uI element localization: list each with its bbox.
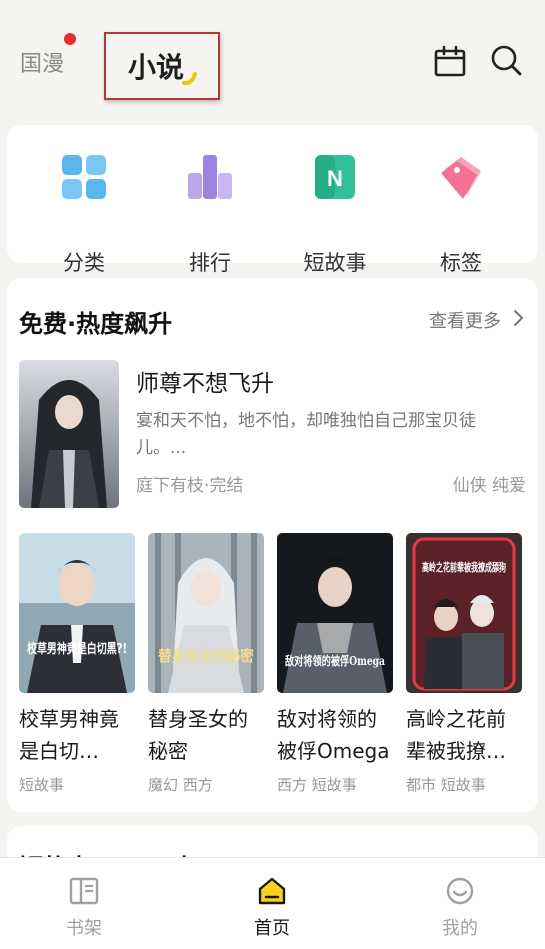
category-label: 标签 <box>440 251 482 275</box>
tab-novel[interactable]: 小说 <box>128 46 184 86</box>
featured-book-tags: 仙侠 纯爱 <box>452 476 526 496</box>
book-title[interactable]: 敌对将领的被俘Omega <box>277 703 395 767</box>
cover-title-text: 高岭之花前辈被我撩成舔狗 <box>422 560 506 574</box>
notification-dot <box>64 33 76 45</box>
featured-book-cover[interactable] <box>19 360 119 508</box>
tab-guoman[interactable]: 国漫 <box>20 46 64 78</box>
top-header: 国漫 小说 <box>0 0 545 120</box>
category-label: 分类 <box>63 251 105 275</box>
book-cover[interactable]: 高岭之花前辈被我撩成舔狗 <box>406 533 522 693</box>
book-tags: 短故事 <box>19 776 65 794</box>
book-cover-illustration-icon: 替身圣女的秘密 <box>148 533 264 693</box>
category-tags[interactable]: 标签 <box>411 153 511 275</box>
nav-home[interactable]: 首页 <box>232 876 312 940</box>
grid-icon <box>62 155 106 199</box>
nav-label: 书架 <box>66 918 102 939</box>
bottom-nav: 书架 首页 我的 <box>0 857 545 949</box>
featured-book-description: 宴和天不怕，地不怕，却唯独怕自己那宝贝徒儿。... <box>136 411 476 458</box>
category-classify[interactable]: 分类 <box>34 153 134 275</box>
nav-profile[interactable]: 我的 <box>420 876 500 940</box>
profile-icon <box>446 877 474 905</box>
category-short-story[interactable]: N 短故事 <box>285 153 385 275</box>
featured-book-author: 庭下有枝·完结 <box>136 476 244 496</box>
cover-title-text: 校草男神竟是白切黑?! <box>27 641 127 657</box>
svg-text:N: N <box>327 166 343 191</box>
book-cover[interactable]: 校草男神竟是白切黑?! <box>19 533 135 693</box>
search-icon[interactable] <box>490 44 524 78</box>
book-tags: 魔幻 西方 <box>148 776 213 794</box>
book-cover[interactable]: 替身圣女的秘密 <box>148 533 264 693</box>
category-ranking[interactable]: 排行 <box>160 153 260 275</box>
free-hot-section: 免费·热度飙升 查看更多 师尊不想飞升 宴和天不怕，地不怕，却唯独怕自己那宝贝徒… <box>7 278 538 812</box>
nav-bookshelf[interactable]: 书架 <box>44 876 124 940</box>
book-cover-illustration-icon <box>19 360 119 508</box>
book-tags: 西方 短故事 <box>277 776 357 794</box>
short-story-icon: N <box>315 155 355 199</box>
chevron-right-icon[interactable] <box>513 308 525 328</box>
book-title[interactable]: 校草男神竟是白切… <box>19 703 137 767</box>
tab-novel-highlight[interactable]: 小说 <box>104 32 220 100</box>
ranking-icon <box>188 155 232 199</box>
category-label: 排行 <box>189 251 231 275</box>
nav-label: 我的 <box>442 918 478 939</box>
book-title[interactable]: 高岭之花前辈被我撩… <box>406 703 524 767</box>
cover-title-text: 敌对将领的被俘Omega <box>285 653 385 668</box>
nav-label: 首页 <box>254 918 290 939</box>
home-icon <box>258 877 286 905</box>
calendar-icon[interactable] <box>433 44 467 78</box>
category-label: 短故事 <box>303 251 367 275</box>
section-title: 免费·热度飙升 <box>19 310 173 338</box>
book-cover-illustration-icon: 校草男神竟是白切黑?! <box>19 533 135 693</box>
book-cover-illustration-icon: 敌对将领的被俘Omega <box>277 533 393 693</box>
see-more-link[interactable]: 查看更多 <box>429 307 501 333</box>
tag-icon <box>441 157 481 199</box>
book-cover[interactable]: 敌对将领的被俘Omega <box>277 533 393 693</box>
book-title[interactable]: 替身圣女的秘密 <box>148 703 266 767</box>
tab-active-indicator-icon <box>182 72 197 86</box>
book-cover-illustration-icon: 高岭之花前辈被我撩成舔狗 <box>406 533 522 693</box>
book-tags: 都市 短故事 <box>406 776 486 794</box>
cover-title-text: 替身圣女的秘密 <box>158 647 254 665</box>
bookshelf-icon <box>69 877 99 905</box>
featured-book-title[interactable]: 师尊不想飞升 <box>136 364 274 398</box>
category-card: 分类 排行 N 短故事 标签 <box>7 125 538 275</box>
